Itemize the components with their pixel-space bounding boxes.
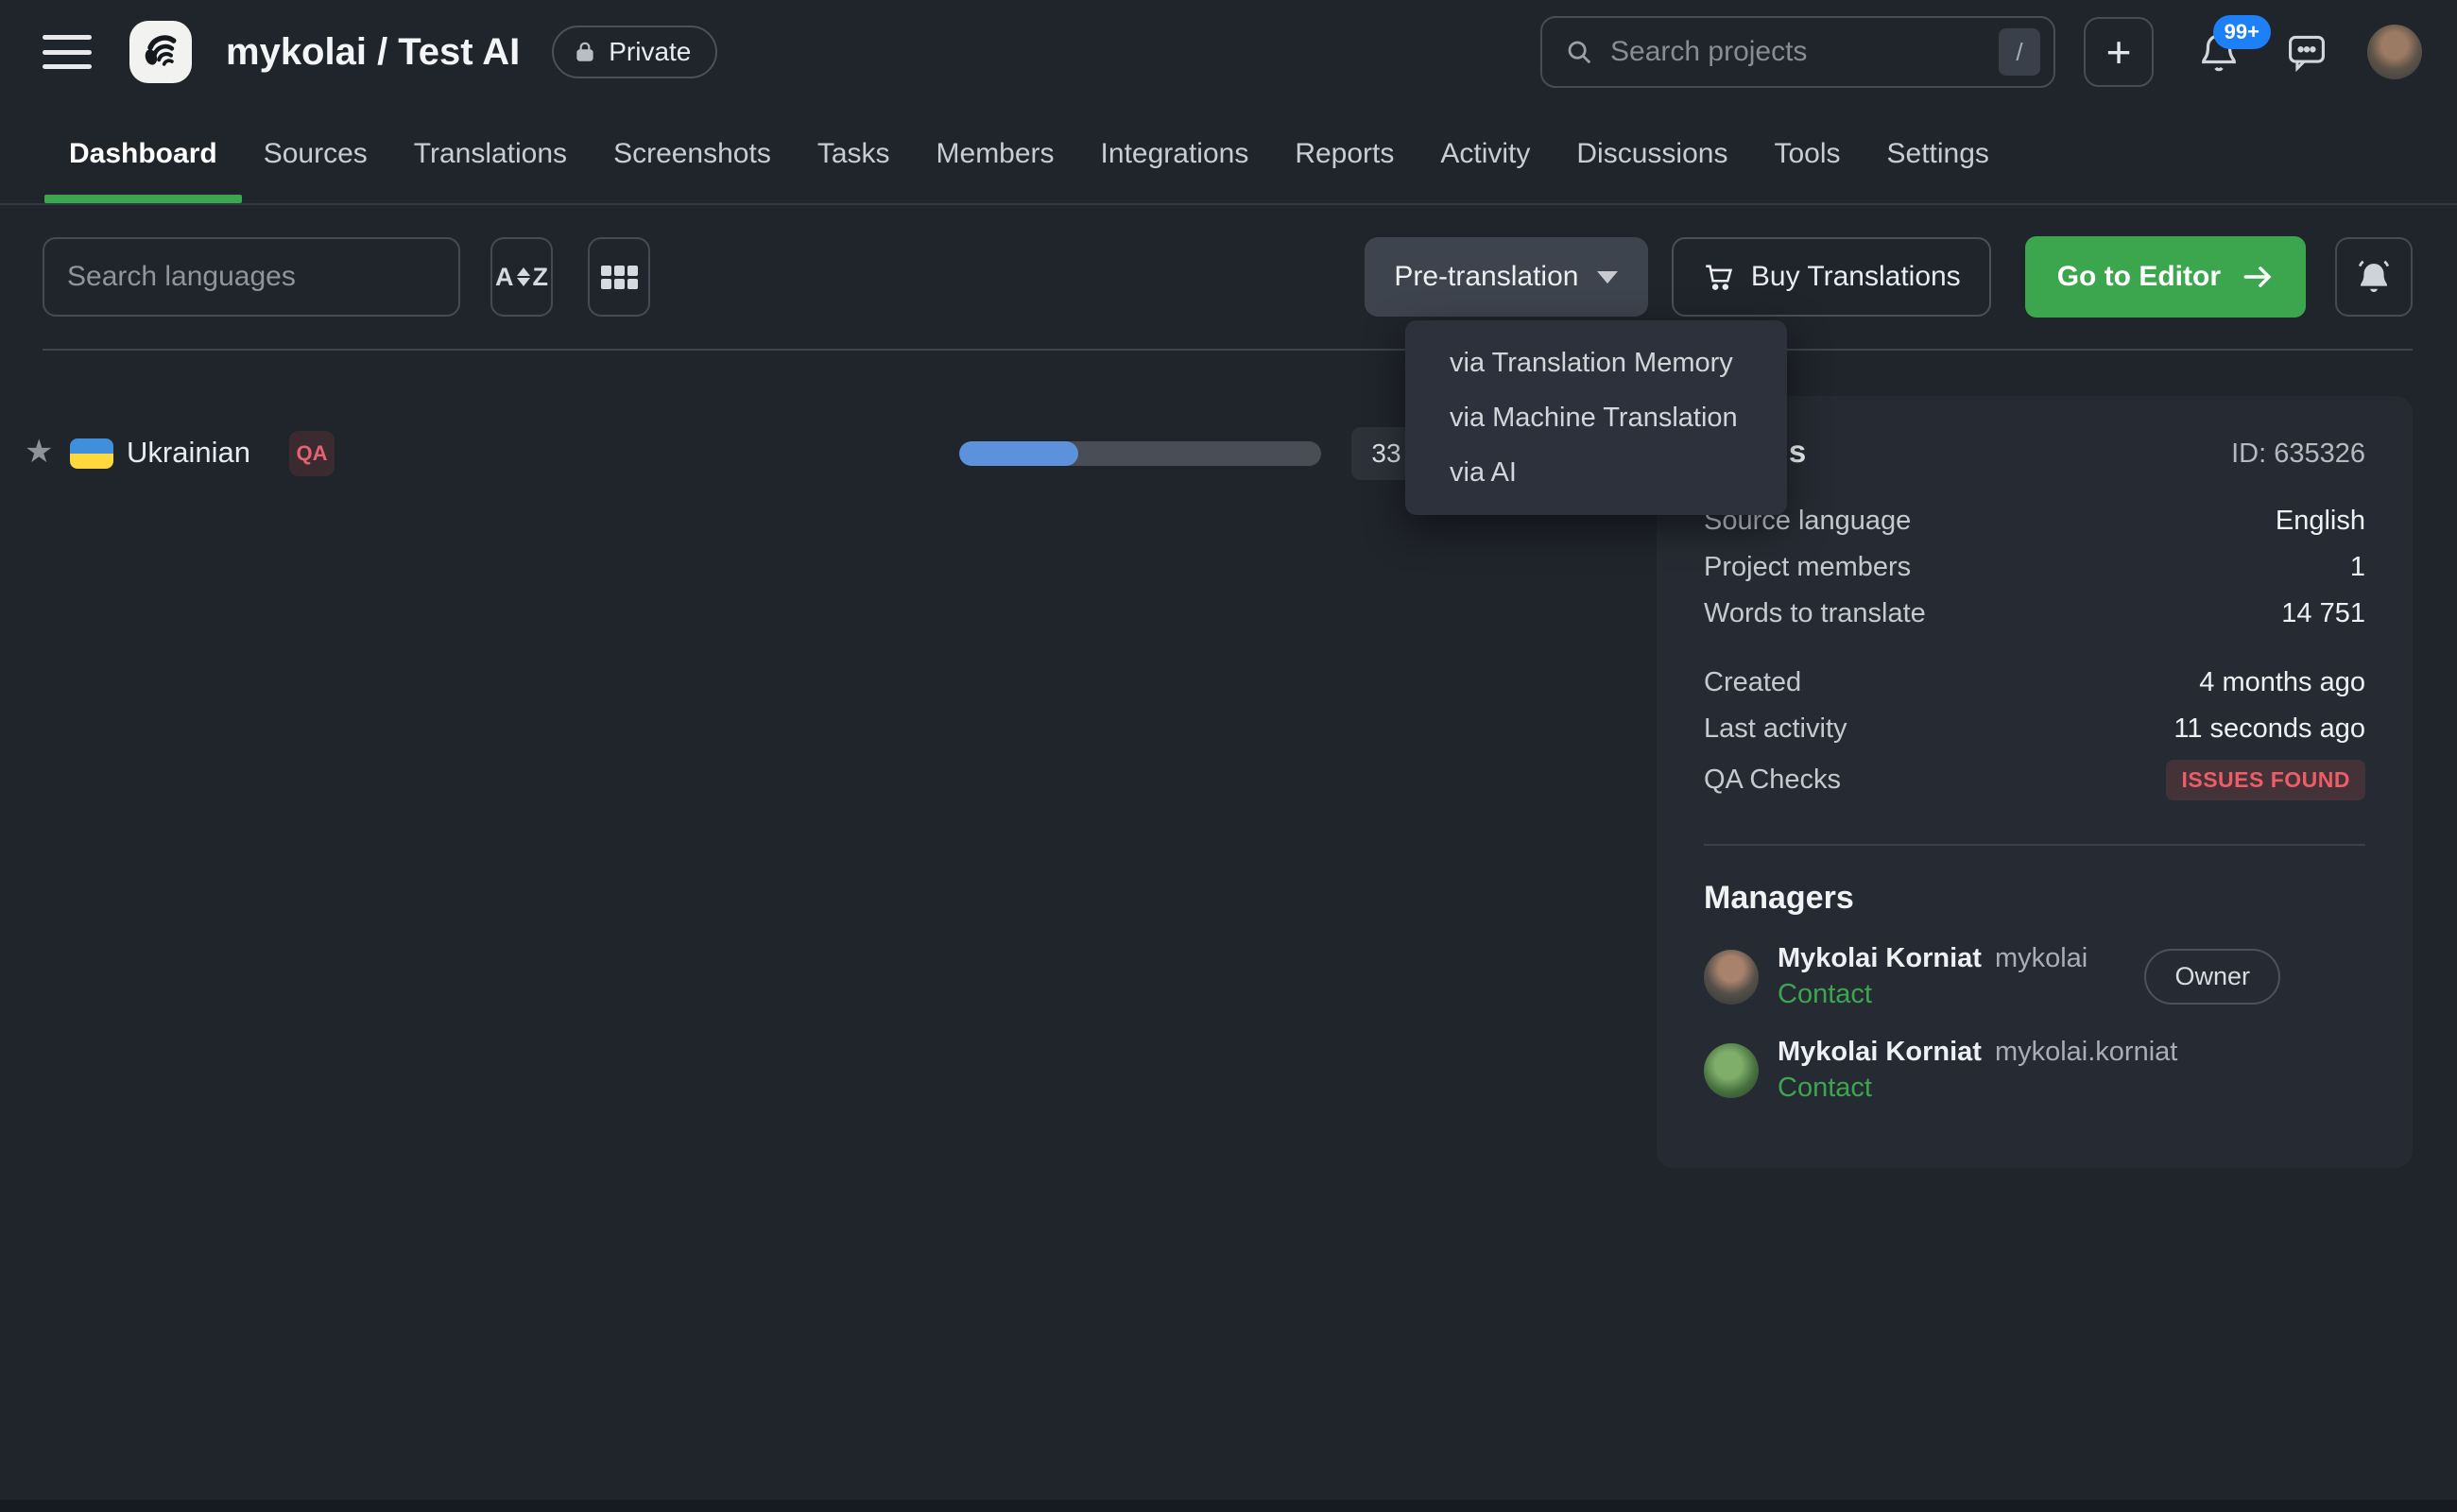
tab-members[interactable]: Members: [936, 104, 1055, 203]
project-activity-rows: Created 4 months ago Last activity 11 se…: [1704, 660, 2365, 808]
ukraine-flag-icon: [70, 438, 113, 469]
search-languages-input[interactable]: [43, 237, 460, 317]
arrow-right-icon: [2242, 261, 2274, 293]
project-dashboard: mykolai / Test AI Private / +: [0, 0, 2457, 1512]
info-row-project-members: Project members 1: [1704, 544, 2365, 591]
create-project-button[interactable]: +: [2084, 17, 2154, 87]
project-info-rows: Source language English Project members …: [1704, 498, 2365, 637]
manager-username: mykolai: [1995, 943, 2088, 974]
menu-item-via-ai[interactable]: via AI: [1405, 445, 1787, 500]
translation-progress-bar: [959, 441, 1321, 466]
info-row-words-to-translate: Words to translate 14 751: [1704, 591, 2365, 637]
notification-count-badge: 99+: [2213, 15, 2271, 49]
messages-button[interactable]: [2286, 31, 2328, 73]
project-nav-tabs: Dashboard Sources Translations Screensho…: [0, 104, 2457, 205]
favorite-star-icon[interactable]: ★: [25, 433, 53, 471]
contact-link[interactable]: Contact: [1778, 979, 2088, 1010]
tab-reports[interactable]: Reports: [1295, 104, 1394, 203]
qa-issues-badge: QA: [289, 431, 335, 476]
search-projects-input[interactable]: [1610, 36, 1982, 68]
panel-divider: [1704, 844, 2365, 846]
info-row-last-activity: Last activity 11 seconds ago: [1704, 706, 2365, 752]
tab-tasks[interactable]: Tasks: [817, 104, 890, 203]
info-row-qa-checks: QA Checks ISSUES FOUND: [1704, 752, 2365, 808]
manager-row: Mykolai Korniat mykolai.korniat Contact: [1704, 1037, 2365, 1104]
bird-logo-icon: [140, 31, 181, 73]
tab-activity[interactable]: Activity: [1440, 104, 1530, 203]
manager-row: Mykolai Korniat mykolai Contact Owner: [1704, 943, 2365, 1010]
buy-translations-label: Buy Translations: [1751, 261, 1961, 293]
page-title: mykolai / Test AI: [226, 31, 520, 74]
tab-tools[interactable]: Tools: [1774, 104, 1840, 203]
grid-icon: [601, 266, 638, 289]
contact-link[interactable]: Contact: [1778, 1073, 2177, 1104]
owner-role-badge: Owner: [2144, 949, 2280, 1005]
tab-dashboard[interactable]: Dashboard: [69, 104, 217, 203]
cart-icon: [1702, 261, 1734, 293]
manager-name: Mykolai Korniat: [1778, 943, 1982, 974]
project-search[interactable]: /: [1540, 16, 2055, 88]
lock-icon: [573, 40, 597, 64]
menu-item-via-machine-translation[interactable]: via Machine Translation: [1405, 390, 1787, 445]
chat-icon: [2286, 31, 2328, 73]
crowdin-logo[interactable]: [129, 21, 192, 83]
hamburger-menu-icon[interactable]: [43, 33, 92, 71]
manager-username: mykolai.korniat: [1995, 1037, 2177, 1068]
search-shortcut-key: /: [1999, 28, 2040, 76]
tab-sources[interactable]: Sources: [264, 104, 368, 203]
toolbar-actions: Pre-translation Buy Translations Go to E…: [1365, 236, 2413, 318]
window-bottom-edge: [0, 1500, 2457, 1512]
dashboard-toolbar: A Z Pre-translation Buy Translations Go: [43, 236, 2413, 318]
go-to-editor-label: Go to Editor: [2057, 261, 2221, 293]
project-id: ID: 635326: [2231, 438, 2365, 470]
tab-settings[interactable]: Settings: [1887, 104, 1989, 203]
user-avatar[interactable]: [2367, 25, 2422, 79]
tab-integrations[interactable]: Integrations: [1101, 104, 1249, 203]
notifications-button[interactable]: 99+: [2197, 30, 2241, 74]
language-notifications-button[interactable]: [2335, 237, 2413, 317]
header-actions: / + 99+: [1540, 16, 2422, 88]
search-icon: [1565, 38, 1593, 66]
ringing-bell-icon: [2354, 257, 2394, 297]
sort-alphabetical-button[interactable]: A Z: [490, 237, 553, 317]
chevron-down-icon: [1597, 271, 1618, 284]
pre-translation-button[interactable]: Pre-translation: [1365, 237, 1648, 317]
pre-translation-label: Pre-translation: [1394, 261, 1578, 293]
issues-found-badge[interactable]: ISSUES FOUND: [2166, 760, 2365, 800]
toolbar-divider: [43, 349, 2413, 351]
privacy-badge: Private: [552, 26, 717, 78]
manager-name: Mykolai Korniat: [1778, 1037, 1982, 1068]
manager-avatar[interactable]: [1704, 950, 1759, 1005]
info-row-source-language: Source language English: [1704, 498, 2365, 544]
sort-arrows-icon: [517, 267, 530, 286]
buy-translations-button[interactable]: Buy Translations: [1672, 237, 1991, 317]
menu-item-via-translation-memory[interactable]: via Translation Memory: [1405, 335, 1787, 390]
manager-avatar[interactable]: [1704, 1043, 1759, 1098]
info-row-created: Created 4 months ago: [1704, 660, 2365, 706]
language-name-link[interactable]: Ukrainian: [127, 436, 250, 470]
managers-title: Managers: [1704, 880, 2365, 917]
top-bar: mykolai / Test AI Private / +: [0, 0, 2457, 104]
privacy-badge-label: Private: [609, 37, 691, 67]
pre-translation-menu: via Translation Memory via Machine Trans…: [1405, 320, 1787, 515]
tab-screenshots[interactable]: Screenshots: [613, 104, 771, 203]
grid-view-button[interactable]: [588, 237, 650, 317]
go-to-editor-button[interactable]: Go to Editor: [2025, 236, 2306, 318]
tab-translations[interactable]: Translations: [414, 104, 567, 203]
tab-discussions[interactable]: Discussions: [1576, 104, 1727, 203]
translation-progress-fill: [959, 441, 1078, 466]
